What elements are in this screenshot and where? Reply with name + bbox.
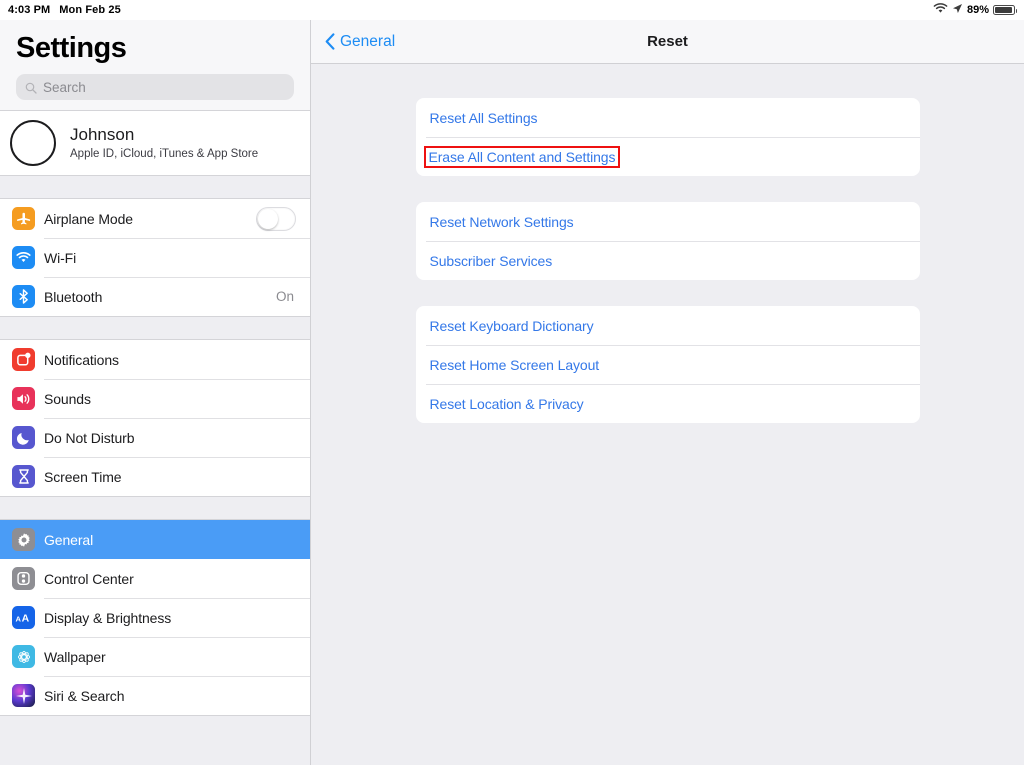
sidebar-item-siri-search[interactable]: Siri & Search [0, 676, 310, 715]
connectivity-group: Airplane Mode Wi-Fi [0, 198, 310, 317]
reset-network-settings-label: Reset Network Settings [426, 212, 578, 232]
status-bar: 4:03 PM Mon Feb 25 89% [0, 0, 1024, 20]
do-not-disturb-icon [12, 426, 35, 449]
sidebar-item-label: Wallpaper [44, 649, 296, 665]
siri-icon [12, 684, 35, 707]
battery-icon [993, 5, 1015, 15]
sidebar-gap-2 [0, 317, 310, 339]
sidebar-item-display-brightness[interactable]: A A Display & Brightness [0, 598, 310, 637]
status-date: Mon Feb 25 [59, 4, 121, 16]
sidebar-header: Settings [0, 20, 310, 68]
wallpaper-icon [12, 645, 35, 668]
screen-time-icon [12, 465, 35, 488]
sidebar-item-sounds[interactable]: Sounds [0, 379, 310, 418]
sidebar-item-general[interactable]: General [0, 520, 310, 559]
sidebar-item-label: Bluetooth [44, 289, 276, 305]
sidebar-item-label: Siri & Search [44, 688, 296, 704]
wifi-icon [12, 246, 35, 269]
wifi-icon [933, 3, 948, 17]
reset-group-1: Reset All Settings Erase All Content and… [416, 98, 920, 176]
account-text: Johnson Apple ID, iCloud, iTunes & App S… [70, 125, 258, 162]
main-split-view: Settings Search [0, 20, 1024, 765]
notifications-icon [12, 348, 35, 371]
reset-location-privacy-label: Reset Location & Privacy [426, 394, 588, 414]
airplane-mode-toggle[interactable] [256, 207, 296, 231]
chevron-left-icon [325, 33, 335, 50]
reset-location-privacy-row[interactable]: Reset Location & Privacy [416, 384, 920, 423]
subscriber-services-row[interactable]: Subscriber Services [416, 241, 920, 280]
sidebar-scroll-area[interactable]: Johnson Apple ID, iCloud, iTunes & App S… [0, 110, 310, 765]
status-bar-right: 89% [933, 0, 1015, 20]
search-field[interactable]: Search [16, 74, 294, 100]
control-center-icon [12, 567, 35, 590]
reset-keyboard-dictionary-label: Reset Keyboard Dictionary [426, 316, 598, 336]
bluetooth-icon [12, 285, 35, 308]
sidebar-item-label: Wi-Fi [44, 250, 296, 266]
ipad-settings-screen: 4:03 PM Mon Feb 25 89% S [0, 0, 1024, 765]
reset-home-screen-layout-label: Reset Home Screen Layout [426, 355, 604, 375]
reset-home-screen-layout-row[interactable]: Reset Home Screen Layout [416, 345, 920, 384]
reset-options-content: Reset All Settings Erase All Content and… [311, 64, 1024, 765]
sidebar-item-label: General [44, 532, 296, 548]
apple-id-row[interactable]: Johnson Apple ID, iCloud, iTunes & App S… [0, 111, 310, 175]
sidebar-item-label: Sounds [44, 391, 296, 407]
reset-all-settings-label: Reset All Settings [426, 108, 542, 128]
reset-keyboard-dictionary-row[interactable]: Reset Keyboard Dictionary [416, 306, 920, 345]
alerts-group: Notifications Sounds [0, 339, 310, 497]
search-icon [25, 81, 37, 93]
reset-group-3: Reset Keyboard Dictionary Reset Home Scr… [416, 306, 920, 423]
gear-icon [12, 528, 35, 551]
location-arrow-icon [952, 3, 963, 17]
sidebar-item-control-center[interactable]: Control Center [0, 559, 310, 598]
svg-text:A: A [21, 613, 29, 624]
avatar [10, 120, 56, 166]
settings-sidebar: Settings Search [0, 20, 311, 765]
sidebar-item-notifications[interactable]: Notifications [0, 340, 310, 379]
account-name: Johnson [70, 125, 258, 145]
account-subtitle: Apple ID, iCloud, iTunes & App Store [70, 147, 258, 162]
detail-title: Reset [311, 33, 1024, 50]
sidebar-gap-3 [0, 497, 310, 519]
svg-text:A: A [15, 614, 21, 623]
sidebar-item-label: Display & Brightness [44, 610, 296, 626]
sidebar-item-label: Notifications [44, 352, 296, 368]
detail-navigation-bar: General Reset [311, 20, 1024, 64]
search-container: Search [0, 68, 310, 110]
subscriber-services-label: Subscriber Services [426, 251, 557, 271]
back-button[interactable]: General [325, 33, 395, 51]
erase-all-content-and-settings-row[interactable]: Erase All Content and Settings [416, 137, 920, 176]
sidebar-item-wifi[interactable]: Wi-Fi [0, 238, 310, 277]
battery-percent: 89% [967, 4, 989, 16]
detail-pane: General Reset Reset All Settings Erase A… [311, 20, 1024, 765]
sidebar-item-do-not-disturb[interactable]: Do Not Disturb [0, 418, 310, 457]
reset-group-2: Reset Network Settings Subscriber Servic… [416, 202, 920, 280]
sidebar-item-bluetooth[interactable]: Bluetooth On [0, 277, 310, 316]
airplane-icon [12, 207, 35, 230]
sidebar-item-airplane-mode[interactable]: Airplane Mode [0, 199, 310, 238]
reset-network-settings-row[interactable]: Reset Network Settings [416, 202, 920, 241]
account-group: Johnson Apple ID, iCloud, iTunes & App S… [0, 110, 310, 176]
bluetooth-value: On [276, 289, 294, 304]
sidebar-item-screen-time[interactable]: Screen Time [0, 457, 310, 496]
display-brightness-icon: A A [12, 606, 35, 629]
page-title: Settings [16, 28, 294, 68]
sidebar-item-label: Screen Time [44, 469, 296, 485]
back-button-label: General [340, 33, 395, 51]
system-group: General Control Center [0, 519, 310, 716]
status-bar-left: 4:03 PM Mon Feb 25 [8, 4, 121, 16]
sidebar-item-label: Airplane Mode [44, 211, 256, 227]
reset-all-settings-row[interactable]: Reset All Settings [416, 98, 920, 137]
sidebar-item-wallpaper[interactable]: Wallpaper [0, 637, 310, 676]
erase-all-content-and-settings-label: Erase All Content and Settings [424, 146, 621, 168]
sounds-icon [12, 387, 35, 410]
sidebar-item-label: Control Center [44, 571, 296, 587]
search-input[interactable]: Search [43, 80, 86, 95]
status-time: 4:03 PM [8, 4, 50, 16]
sidebar-gap-1 [0, 176, 310, 198]
sidebar-item-label: Do Not Disturb [44, 430, 296, 446]
